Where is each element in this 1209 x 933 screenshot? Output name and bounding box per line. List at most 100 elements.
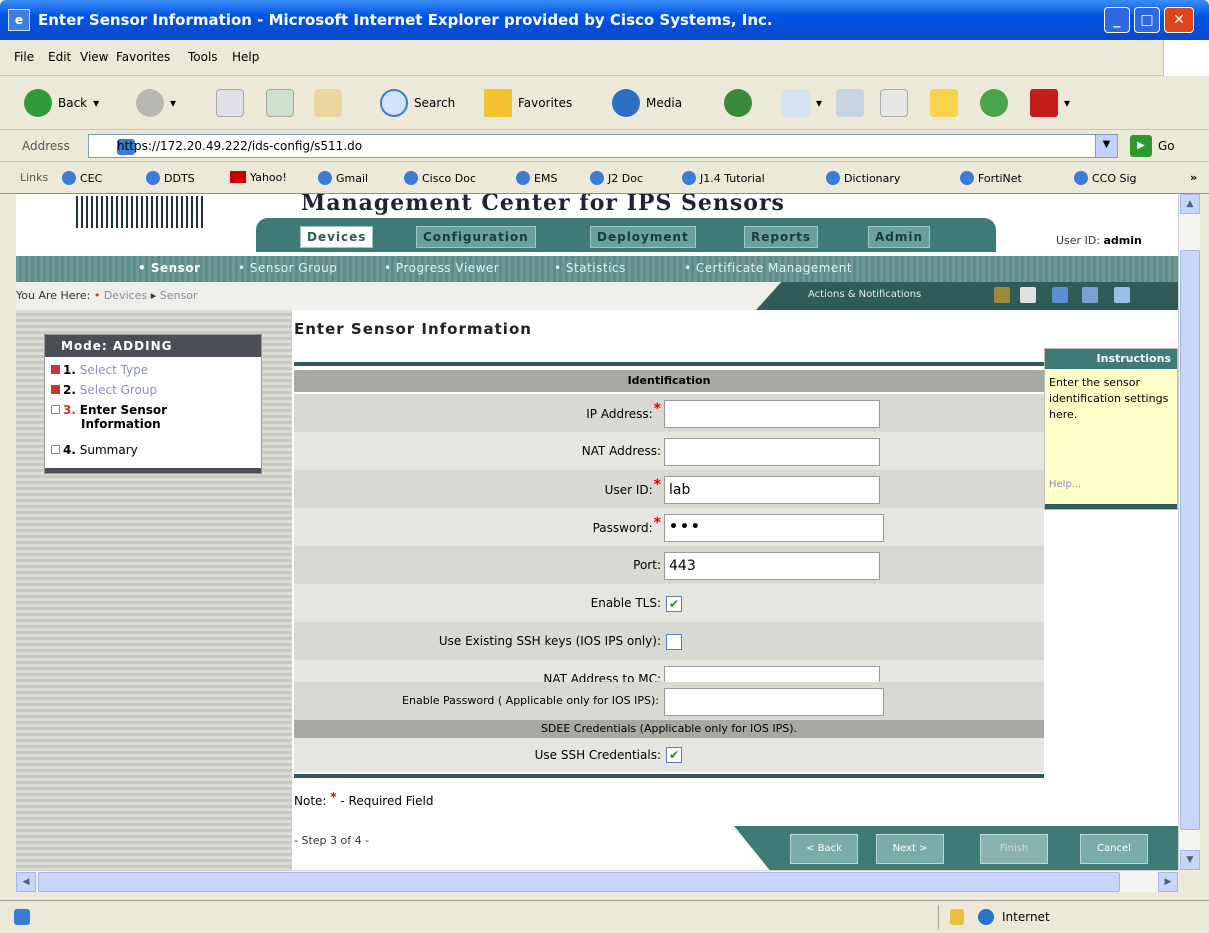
history-button[interactable] — [724, 88, 752, 118]
finish-button[interactable]: Finish — [980, 834, 1048, 864]
enable-password-field[interactable] — [664, 688, 884, 716]
forward-arrow-icon — [136, 89, 164, 117]
link-item[interactable]: J1.4 Tutorial — [682, 171, 765, 185]
page-title: Enter Sensor Information — [294, 320, 532, 338]
search-button[interactable]: Search — [380, 88, 455, 118]
subnav-certificate-management[interactable]: • Certificate Management — [684, 261, 852, 275]
vertical-scrollbar[interactable]: ▲ ▼ — [1178, 194, 1200, 870]
step-select-type[interactable]: 1. Select Type — [51, 363, 148, 377]
link-item[interactable]: FortiNet — [960, 171, 1022, 185]
windows-logo — [1163, 40, 1209, 76]
mail-button[interactable]: ▾ — [782, 88, 822, 118]
tab-devices[interactable]: Devices — [300, 226, 374, 248]
user-id-label-text: User ID: — [604, 483, 653, 497]
subnav-sensor-group[interactable]: • Sensor Group — [238, 261, 337, 275]
document-icon[interactable] — [1020, 287, 1036, 303]
scroll-thumb[interactable] — [38, 872, 1120, 892]
scroll-down-icon[interactable]: ▼ — [1180, 850, 1200, 870]
link-item[interactable]: DDTS — [146, 171, 195, 185]
forward-button[interactable]: ▾ — [136, 88, 176, 118]
scroll-up-icon[interactable]: ▲ — [1180, 194, 1200, 214]
link-item[interactable]: Yahoo! — [230, 171, 287, 184]
favorites-button[interactable]: Favorites — [484, 88, 572, 118]
go-arrow-icon[interactable]: ▶ — [1130, 135, 1152, 157]
back-wizard-button[interactable]: < Back — [790, 834, 858, 864]
menu-edit[interactable]: Edit — [48, 50, 71, 64]
menu-favorites[interactable]: Favorites — [116, 50, 170, 64]
menu-help[interactable]: Help — [232, 50, 259, 64]
port-label: Port: — [633, 558, 661, 572]
subnav-progress-viewer[interactable]: • Progress Viewer — [384, 261, 499, 275]
breadcrumb-sensor[interactable]: Sensor — [160, 289, 198, 302]
link-item[interactable]: CCO Sig — [1074, 171, 1137, 185]
address-input[interactable]: https://172.20.49.222/ids-config/s511.do… — [88, 134, 1118, 158]
tab-reports[interactable]: Reports — [744, 226, 819, 248]
required-marker: * — [330, 790, 337, 804]
user-icon[interactable] — [1082, 287, 1098, 303]
link-item[interactable]: J2 Doc — [590, 171, 643, 185]
link-icon — [516, 171, 530, 185]
link-item[interactable]: CEC — [62, 171, 102, 185]
close-button[interactable]: ✕ — [1164, 7, 1194, 33]
breadcrumb-devices[interactable]: Devices — [104, 289, 147, 302]
menu-file[interactable]: File — [14, 50, 34, 64]
tools-icon[interactable] — [994, 287, 1010, 303]
link-item[interactable]: Gmail — [318, 171, 368, 185]
required-marker: * — [653, 515, 661, 531]
tab-admin[interactable]: Admin — [868, 226, 931, 248]
link-item[interactable]: EMS — [516, 171, 557, 185]
user-id-value: admin — [1103, 234, 1142, 247]
ip-address-field[interactable] — [664, 400, 880, 428]
print-button[interactable] — [836, 88, 864, 118]
step-number: 1. — [63, 363, 76, 377]
home-button[interactable] — [314, 88, 342, 118]
password-field[interactable]: ••• — [664, 514, 884, 542]
refresh-button[interactable] — [266, 88, 294, 118]
cancel-button[interactable]: Cancel — [1080, 834, 1148, 864]
yahoo-button[interactable]: ▾ — [1030, 88, 1070, 118]
link-icon — [960, 171, 974, 185]
edit-button[interactable] — [880, 88, 908, 118]
next-button[interactable]: Next > — [876, 834, 944, 864]
enable-password-row: Enable Password ( Applicable only for IO… — [294, 682, 1044, 720]
link-icon — [682, 171, 696, 185]
messenger-button[interactable] — [980, 88, 1008, 118]
minimize-button[interactable]: _ — [1104, 7, 1130, 33]
address-bar: Address https://172.20.49.222/ids-config… — [0, 130, 1209, 162]
subnav-sensor[interactable]: • Sensor — [138, 261, 201, 275]
user-id-field[interactable] — [664, 476, 880, 504]
menu-tools[interactable]: Tools — [188, 50, 218, 64]
notes-icon — [930, 89, 958, 117]
subnav-statistics[interactable]: • Statistics — [554, 261, 626, 275]
address-dropdown-icon[interactable]: ▼ — [1095, 135, 1117, 157]
mode-panel: Mode: ADDING 1. Select Type 2. Select Gr… — [44, 334, 262, 474]
go-button[interactable]: Go — [1158, 139, 1175, 153]
use-ssh-credentials-checkbox[interactable]: ✔ — [666, 747, 682, 763]
nat-address-row: NAT Address: — [294, 432, 1044, 470]
back-button[interactable]: Back ▾ — [24, 88, 99, 118]
star-icon — [484, 89, 512, 117]
menu-view[interactable]: View — [80, 50, 108, 64]
step-select-group[interactable]: 2. Select Group — [51, 383, 157, 397]
tab-configuration[interactable]: Configuration — [416, 226, 536, 248]
link-item[interactable]: Dictionary — [826, 171, 900, 185]
horizontal-scrollbar[interactable]: ◀ ▶ — [16, 870, 1178, 892]
ssh-keys-checkbox[interactable] — [666, 634, 682, 650]
help-link[interactable]: Help... — [1049, 479, 1081, 490]
help-icon[interactable] — [1114, 287, 1130, 303]
media-button[interactable]: Media — [612, 88, 682, 118]
enable-tls-checkbox[interactable]: ✔ — [666, 596, 682, 612]
scroll-left-icon[interactable]: ◀ — [16, 872, 36, 892]
scroll-thumb[interactable] — [1180, 250, 1200, 830]
notes-button[interactable] — [930, 88, 958, 118]
nat-address-field[interactable] — [664, 438, 880, 466]
tab-deployment[interactable]: Deployment — [590, 226, 696, 248]
links-overflow-icon[interactable]: » — [1190, 171, 1197, 184]
home-icon — [314, 89, 342, 117]
link-item[interactable]: Cisco Doc — [404, 171, 476, 185]
maximize-button[interactable]: □ — [1134, 7, 1160, 33]
port-field[interactable] — [664, 552, 880, 580]
scroll-right-icon[interactable]: ▶ — [1158, 872, 1178, 892]
stop-button[interactable] — [216, 88, 244, 118]
refresh-icon[interactable] — [1052, 287, 1068, 303]
